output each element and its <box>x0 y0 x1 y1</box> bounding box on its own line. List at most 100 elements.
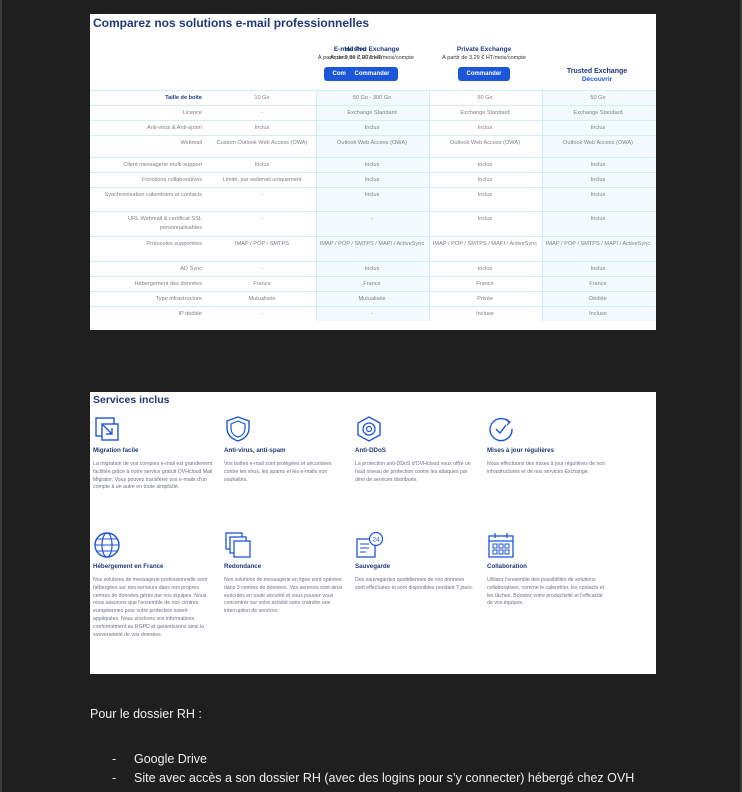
table-cell: Custom Outlook Web Access (OWA) <box>216 140 308 146</box>
service-text: Nous effectuons des mises à jour réguliè… <box>487 461 605 475</box>
table-cell: - <box>261 311 263 317</box>
table-cell: 10 Go <box>254 95 270 101</box>
bullet-item: Google Drive <box>134 752 207 766</box>
table-cell: IMAP / POP / SMTPS <box>235 241 289 247</box>
table-cell: 50 Go <box>477 95 493 101</box>
row-label: AD Sync <box>180 266 202 272</box>
table-cell: - <box>261 192 263 198</box>
service-text: Vos boîtes e-mail sont protégées et sécu… <box>224 461 332 483</box>
table-cell: Inclus <box>477 125 493 131</box>
redundancy-icon <box>224 531 252 559</box>
plan-name: Hosted Exchange <box>344 46 400 53</box>
table-cell: Inclus <box>590 192 606 198</box>
table-row: Licence - Exchange Standard Exchange Standa… <box>90 105 656 121</box>
table-row: Synchronisation calendriers et contacts -… <box>90 187 656 212</box>
bullet-item: Site avec accès a son dossier RH (avec d… <box>134 771 635 785</box>
table-row: Client messagerie multi-support Inclus Inc… <box>90 157 656 173</box>
table-cell: Mutualisée <box>358 296 386 302</box>
table-row: Type infrastructure Mutualisée Mutualisée P… <box>90 291 656 307</box>
service-title: Migration facile <box>93 447 139 454</box>
row-label: Synchronisation calendriers et contacts <box>104 192 202 198</box>
table-cell: Inclus <box>364 192 380 198</box>
row-label: Webmail <box>180 140 202 146</box>
services-panel: Services inclus Migration facile La migr… <box>90 392 656 674</box>
table-cell: - <box>261 110 263 116</box>
table-cell: Inclus <box>590 177 606 183</box>
table-cell: Outlook Web Access (OWA) <box>337 140 407 146</box>
service-title: Mises à jour régulières <box>487 447 555 454</box>
table-cell: Inclus <box>477 192 493 198</box>
service-title: Anti-virus, anti-spam <box>224 447 286 454</box>
service-text: Nos solutions de messagerie en ligne son… <box>224 577 342 615</box>
table-cell: Inclus <box>364 266 380 272</box>
row-label: Type infrastructure <box>155 296 202 302</box>
backup-24-icon: 24 <box>355 531 384 559</box>
comparison-grid: Taille de boîte 10 Go 50 Go - 300 Go 50 Go 5… <box>90 90 656 321</box>
services-title: Services inclus <box>93 394 170 406</box>
table-cell: Inclus <box>477 177 493 183</box>
service-title: Collaboration <box>487 563 527 570</box>
discover-link[interactable]: Découvrir <box>541 76 653 83</box>
table-cell: Inclus <box>477 216 493 222</box>
table-cell: Outlook Web Access (OWA) <box>563 140 633 146</box>
order-button[interactable]: Commander <box>458 67 510 81</box>
plan-hosted-exchange-head: Hosted Exchange À partir de 2,99 € HT/mo… <box>316 46 428 81</box>
table-row: AD Sync - Inclus Inclus Inclus <box>90 261 656 277</box>
table-cell: Inclus <box>590 266 606 272</box>
row-label: Licence <box>182 110 202 116</box>
service-updates: Mises à jour régulières Nous effectuons … <box>487 415 607 477</box>
service-text: Utilisez l'ensemble des possibilités de … <box>487 577 605 607</box>
row-label: Client messagerie multi-support <box>123 162 202 168</box>
service-title: Hébergement en France <box>93 563 164 570</box>
service-migration: Migration facile La migration de vos com… <box>93 415 213 492</box>
table-cell: Exchange Standard <box>347 110 397 116</box>
table-cell: Inclus <box>254 162 270 168</box>
table-cell: Mutualisée <box>248 296 276 302</box>
table-cell: Privée <box>477 296 493 302</box>
table-cell: France <box>589 281 607 287</box>
table-cell: - <box>261 266 263 272</box>
service-title: Redondance <box>224 563 262 570</box>
table-cell: Incluse <box>476 311 494 317</box>
table-cell: - <box>371 216 373 222</box>
table-cell: Inclus <box>477 162 493 168</box>
table-cell: 50 Go - 300 Go <box>352 95 392 101</box>
table-cell: Outlook Web Access (OWA) <box>450 140 520 146</box>
service-text: Des sauvegardes quotidiennes de vos donn… <box>355 577 474 591</box>
table-row: Hébergement des données France France Franc… <box>90 276 656 292</box>
row-label: Fonctions collaboratives <box>141 177 202 183</box>
table-cell: Inclus <box>590 125 606 131</box>
service-text: La migration de vos comptes e-mail est g… <box>93 461 213 491</box>
row-label: Hébergement des données <box>134 281 202 287</box>
service-hosting-france: Hébergement en France Nos solutions de m… <box>93 531 213 639</box>
table-cell: IMAP / POP / SMTPS / MAPI / ActiveSync <box>432 241 538 247</box>
table-row: Webmail Custom Outlook Web Access (OWA) Ou… <box>90 135 656 158</box>
table-cell: IMAP / POP / SMTPS / MAPI / ActiveSync <box>545 241 651 247</box>
table-cell: Inclus <box>590 216 606 222</box>
table-row: Fonctions collaboratives Limité, par webm… <box>90 172 656 188</box>
row-label: Protocoles supportées <box>146 241 202 247</box>
globe-icon <box>93 531 121 559</box>
table-cell: Dédiée <box>589 296 607 302</box>
table-cell: France <box>253 281 271 287</box>
migration-icon <box>93 415 121 443</box>
anti-ddos-icon <box>355 415 383 443</box>
table-cell: Inclus <box>364 177 380 183</box>
plan-private-exchange: Private Exchange À partir de 3,29 € HT/m… <box>428 46 540 81</box>
plan-price: À partir de 2,99 € HT/mois/compte <box>330 55 414 61</box>
table-cell: - <box>371 311 373 317</box>
row-label: Taille de boîte <box>165 95 202 101</box>
table-cell: Inclus <box>364 162 380 168</box>
table-cell: Inclus <box>364 125 380 131</box>
plan-name: Private Exchange <box>456 46 512 53</box>
row-label: Anti-virus & Anti-spam <box>146 125 202 131</box>
row-label: IP dédiée <box>178 311 202 317</box>
service-text: La protection anti-DDoS d'OVHcloud vous … <box>355 461 471 483</box>
plan-price: À partir de 3,29 € HT/mois/compte <box>442 55 526 61</box>
calendar-icon <box>487 531 515 559</box>
plan-name: Trusted Exchange <box>566 68 628 75</box>
service-collaboration: Collaboration Utilisez l'ensemble des po… <box>487 531 607 608</box>
svg-text:24: 24 <box>372 537 380 544</box>
service-redundancy: Redondance Nos solutions de messagerie e… <box>224 531 344 616</box>
order-button[interactable]: Commander <box>346 67 398 81</box>
